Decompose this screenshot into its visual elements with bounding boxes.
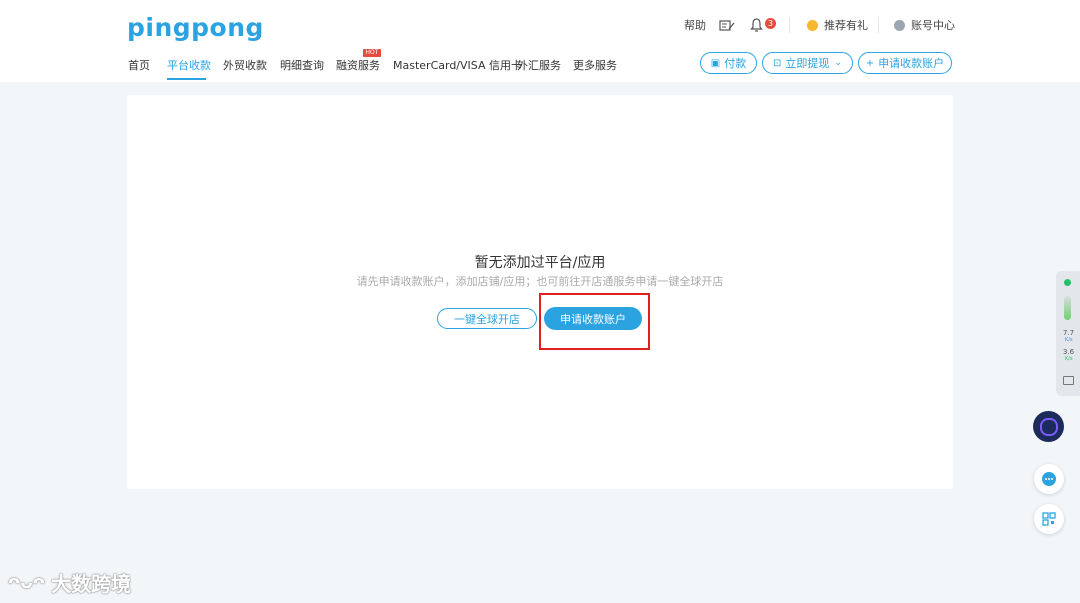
plus-icon: + bbox=[865, 57, 875, 69]
referral-link[interactable]: 推荐有礼 bbox=[807, 18, 868, 32]
apply-account-button[interactable]: + 申请收款账户 bbox=[858, 52, 952, 74]
usage-meter bbox=[1064, 296, 1071, 320]
camera-icon[interactable] bbox=[1063, 376, 1074, 385]
highlight-box bbox=[539, 293, 650, 350]
pay-button[interactable]: ▣ 付款 bbox=[700, 52, 757, 74]
account-center-label: 账号中心 bbox=[911, 19, 955, 32]
nav-item-fx-service[interactable]: 外汇服务 bbox=[517, 57, 561, 73]
hot-badge: HOT bbox=[363, 49, 381, 57]
nav-item-financing[interactable]: 融资服务 bbox=[336, 57, 380, 73]
stat-1-value: 7.7 bbox=[1063, 329, 1075, 337]
wallet-icon: ▣ bbox=[710, 57, 721, 69]
notification-badge: 3 bbox=[765, 18, 776, 29]
empty-state-subtitle: 请先申请收款账户，添加店铺/应用；也可前往开店通服务申请一键全球开店 bbox=[356, 275, 724, 288]
account-center-link[interactable]: 账号中心 bbox=[894, 18, 955, 32]
watermark: ᴖᴗᴖ 大数跨境 bbox=[8, 568, 131, 597]
withdraw-button[interactable]: ⊡ 立即提现 ⌄ bbox=[762, 52, 853, 74]
nav-item-platform-collection[interactable]: 平台收款 bbox=[167, 57, 211, 73]
apply-account-label: 申请收款账户 bbox=[878, 57, 945, 70]
nav-item-home[interactable]: 首页 bbox=[128, 57, 150, 73]
nav-item-trade-collection[interactable]: 外贸收款 bbox=[223, 57, 267, 73]
qr-code-icon[interactable] bbox=[1034, 504, 1064, 534]
help-link[interactable]: 帮助 bbox=[684, 18, 706, 32]
status-dot bbox=[1064, 279, 1071, 286]
feedback-edit-icon[interactable] bbox=[719, 18, 735, 32]
content-card bbox=[127, 95, 953, 489]
watermark-logo-icon: ᴖᴗᴖ bbox=[8, 572, 46, 593]
active-tab-indicator bbox=[167, 78, 206, 80]
watermark-text: 大数跨境 bbox=[51, 572, 132, 596]
stat-2-value: 3.6 bbox=[1063, 348, 1075, 356]
ai-assistant-icon[interactable] bbox=[1033, 411, 1064, 442]
nav-item-credit-card[interactable]: MasterCard/VISA 信用卡 bbox=[393, 57, 522, 73]
chevron-down-icon: ⌄ bbox=[834, 58, 842, 68]
divider bbox=[878, 17, 879, 33]
bell-icon[interactable] bbox=[750, 18, 763, 32]
gift-icon bbox=[807, 19, 818, 31]
empty-state-title: 暂无添加过平台/应用 bbox=[474, 255, 606, 271]
pay-label: 付款 bbox=[724, 57, 747, 70]
divider bbox=[789, 17, 790, 33]
stat-2-unit: K/s bbox=[1065, 356, 1073, 362]
chat-icon[interactable] bbox=[1034, 464, 1064, 494]
brand-logo[interactable]: pingpong bbox=[127, 13, 264, 42]
withdraw-label: 立即提现 bbox=[785, 57, 830, 70]
account-icon bbox=[894, 19, 905, 31]
withdraw-icon: ⊡ bbox=[773, 57, 782, 69]
stat-1-unit: K/s bbox=[1065, 337, 1073, 343]
side-monitor-panel[interactable]: 7.7 K/s 3.6 K/s bbox=[1056, 271, 1080, 396]
global-store-button[interactable]: 一键全球开店 bbox=[437, 308, 537, 329]
nav-item-details-query[interactable]: 明细查询 bbox=[280, 57, 324, 73]
nav-item-more-services[interactable]: 更多服务 bbox=[573, 57, 617, 73]
referral-label: 推荐有礼 bbox=[824, 19, 868, 32]
